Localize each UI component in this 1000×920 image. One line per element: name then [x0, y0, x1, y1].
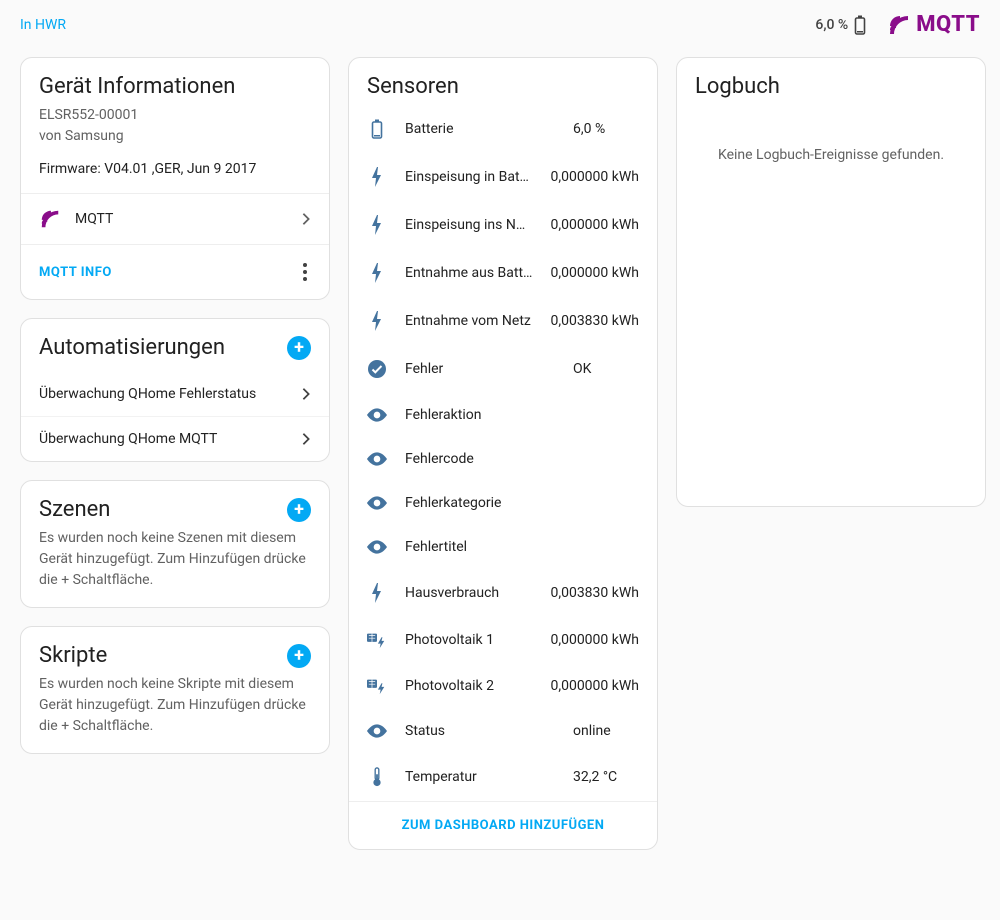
sensor-row[interactable]: Photovoltaik 1 0,000000 kWh: [349, 617, 657, 663]
sensor-value: online: [573, 723, 611, 739]
add-automation-button[interactable]: +: [287, 336, 311, 360]
battery-status: 6,0 %: [815, 15, 866, 35]
scenes-empty-text: Es wurden noch keine Szenen mit diesem G…: [21, 528, 329, 607]
sensor-row[interactable]: Einspeisung ins Netz 0,000000 kWh: [349, 201, 657, 249]
sensor-row[interactable]: Entnahme aus Batte… 0,000000 kWh: [349, 249, 657, 297]
solar-icon: [367, 677, 387, 695]
add-to-dashboard-button[interactable]: ZUM DASHBOARD HINZUFÜGEN: [349, 801, 657, 849]
sensor-value: OK: [573, 361, 591, 377]
logbook-empty-text: Keine Logbuch-Ereignisse gefunden.: [677, 117, 985, 203]
sensors-title: Sensoren: [367, 74, 639, 99]
sensor-value: 0,000000 kWh: [550, 678, 639, 694]
device-model: ELSR552-00001: [39, 105, 311, 126]
mqtt-info-button[interactable]: MQTT INFO: [39, 265, 112, 280]
eye-icon: [367, 408, 387, 422]
battery-percent-label: 6,0 %: [815, 17, 848, 33]
sensor-name: Fehlerkategorie: [405, 495, 555, 511]
eye-icon: [367, 452, 387, 466]
sensor-name: Batterie: [405, 121, 555, 137]
device-info-title: Gerät Informationen: [39, 74, 311, 99]
eye-icon: [367, 724, 387, 738]
automations-card: Automatisierungen + Überwachung QHome Fe…: [20, 318, 330, 462]
chevron-right-icon: [301, 387, 311, 401]
sensor-name: Status: [405, 723, 555, 739]
eye-icon: [367, 540, 387, 554]
flash-icon: [367, 215, 387, 235]
solar-icon: [367, 631, 387, 649]
sensor-value: 0,000000 kWh: [550, 217, 639, 233]
breadcrumb[interactable]: In HWR: [20, 17, 66, 33]
integration-row[interactable]: MQTT: [21, 193, 329, 244]
add-scene-button[interactable]: +: [287, 498, 311, 522]
automation-item-label: Überwachung QHome MQTT: [39, 431, 217, 447]
sensor-name: Temperatur: [405, 769, 555, 785]
sensor-name: Einspeisung ins Netz: [405, 217, 532, 233]
flash-icon: [367, 263, 387, 283]
sensor-name: Entnahme aus Batte…: [405, 265, 532, 281]
mqtt-icon: [886, 13, 912, 37]
scenes-title: Szenen: [39, 497, 110, 522]
automation-item-label: Überwachung QHome Fehlerstatus: [39, 386, 256, 402]
sensor-row[interactable]: Einspeisung in Batte… 0,000000 kWh: [349, 153, 657, 201]
device-info-card: Gerät Informationen ELSR552-00001 von Sa…: [20, 57, 330, 300]
sensor-value: 0,000000 kWh: [550, 169, 639, 185]
sensor-value: 0,000000 kWh: [550, 265, 639, 281]
sensor-row[interactable]: Fehlercode: [349, 437, 657, 481]
chevron-right-icon: [301, 212, 311, 226]
battery-icon: [367, 119, 387, 139]
automations-title: Automatisierungen: [39, 335, 225, 360]
scripts-empty-text: Es wurden noch keine Skripte mit diesem …: [21, 674, 329, 753]
add-script-button[interactable]: +: [287, 644, 311, 668]
chevron-right-icon: [301, 432, 311, 446]
sensor-name: Hausverbrauch: [405, 585, 532, 601]
sensor-name: Photovoltaik 2: [405, 678, 532, 694]
sensor-row[interactable]: Fehlerkategorie: [349, 481, 657, 525]
flash-icon: [367, 167, 387, 187]
check-icon: [367, 359, 387, 379]
sensor-name: Einspeisung in Batte…: [405, 169, 532, 185]
logbook-card: Logbuch Keine Logbuch-Ereignisse gefunde…: [676, 57, 986, 507]
logbook-title: Logbuch: [695, 74, 967, 99]
battery-icon: [854, 15, 866, 35]
automation-item[interactable]: Überwachung QHome Fehlerstatus: [21, 372, 329, 416]
sensor-row[interactable]: Photovoltaik 2 0,000000 kWh: [349, 663, 657, 709]
sensor-row[interactable]: Temperatur 32,2 °C: [349, 753, 657, 801]
device-vendor: von Samsung: [39, 126, 311, 147]
sensor-value: 0,000000 kWh: [550, 632, 639, 648]
automation-item[interactable]: Überwachung QHome MQTT: [21, 416, 329, 461]
sensor-name: Entnahme vom Netz: [405, 313, 532, 329]
sensor-row[interactable]: Status online: [349, 709, 657, 753]
sensor-name: Fehler: [405, 361, 555, 377]
sensor-value: 0,003830 kWh: [550, 313, 639, 329]
sensor-value: 32,2 °C: [573, 769, 617, 785]
sensor-name: Fehlercode: [405, 451, 555, 467]
sensor-row[interactable]: Entnahme vom Netz 0,003830 kWh: [349, 297, 657, 345]
sensor-row[interactable]: Fehleraktion: [349, 393, 657, 437]
sensor-name: Fehleraktion: [405, 407, 555, 423]
eye-icon: [367, 496, 387, 510]
sensor-value: 6,0 %: [573, 121, 605, 137]
sensor-row[interactable]: Fehlertitel: [349, 525, 657, 569]
temp-icon: [367, 767, 387, 787]
sensors-card: Sensoren Batterie 6,0 % Einspeisung in Bat…: [348, 57, 658, 850]
flash-icon: [367, 311, 387, 331]
sensor-row[interactable]: Fehler OK: [349, 345, 657, 393]
sensor-value: 0,003830 kWh: [550, 585, 639, 601]
mqtt-icon: [39, 208, 61, 230]
sensor-row[interactable]: Batterie 6,0 %: [349, 105, 657, 153]
more-menu-button[interactable]: [299, 259, 311, 285]
flash-icon: [367, 583, 387, 603]
scenes-card: Szenen + Es wurden noch keine Szenen mit…: [20, 480, 330, 608]
sensor-name: Fehlertitel: [405, 539, 555, 555]
scripts-card: Skripte + Es wurden noch keine Skripte m…: [20, 626, 330, 754]
sensor-row[interactable]: Hausverbrauch 0,003830 kWh: [349, 569, 657, 617]
mqtt-logo: MQTT: [886, 12, 980, 37]
mqtt-logo-text: MQTT: [916, 12, 980, 37]
device-firmware: Firmware: V04.01 ,GER, Jun 9 2017: [39, 161, 311, 177]
sensor-name: Photovoltaik 1: [405, 632, 532, 648]
scripts-title: Skripte: [39, 643, 107, 668]
integration-label: MQTT: [75, 211, 287, 227]
